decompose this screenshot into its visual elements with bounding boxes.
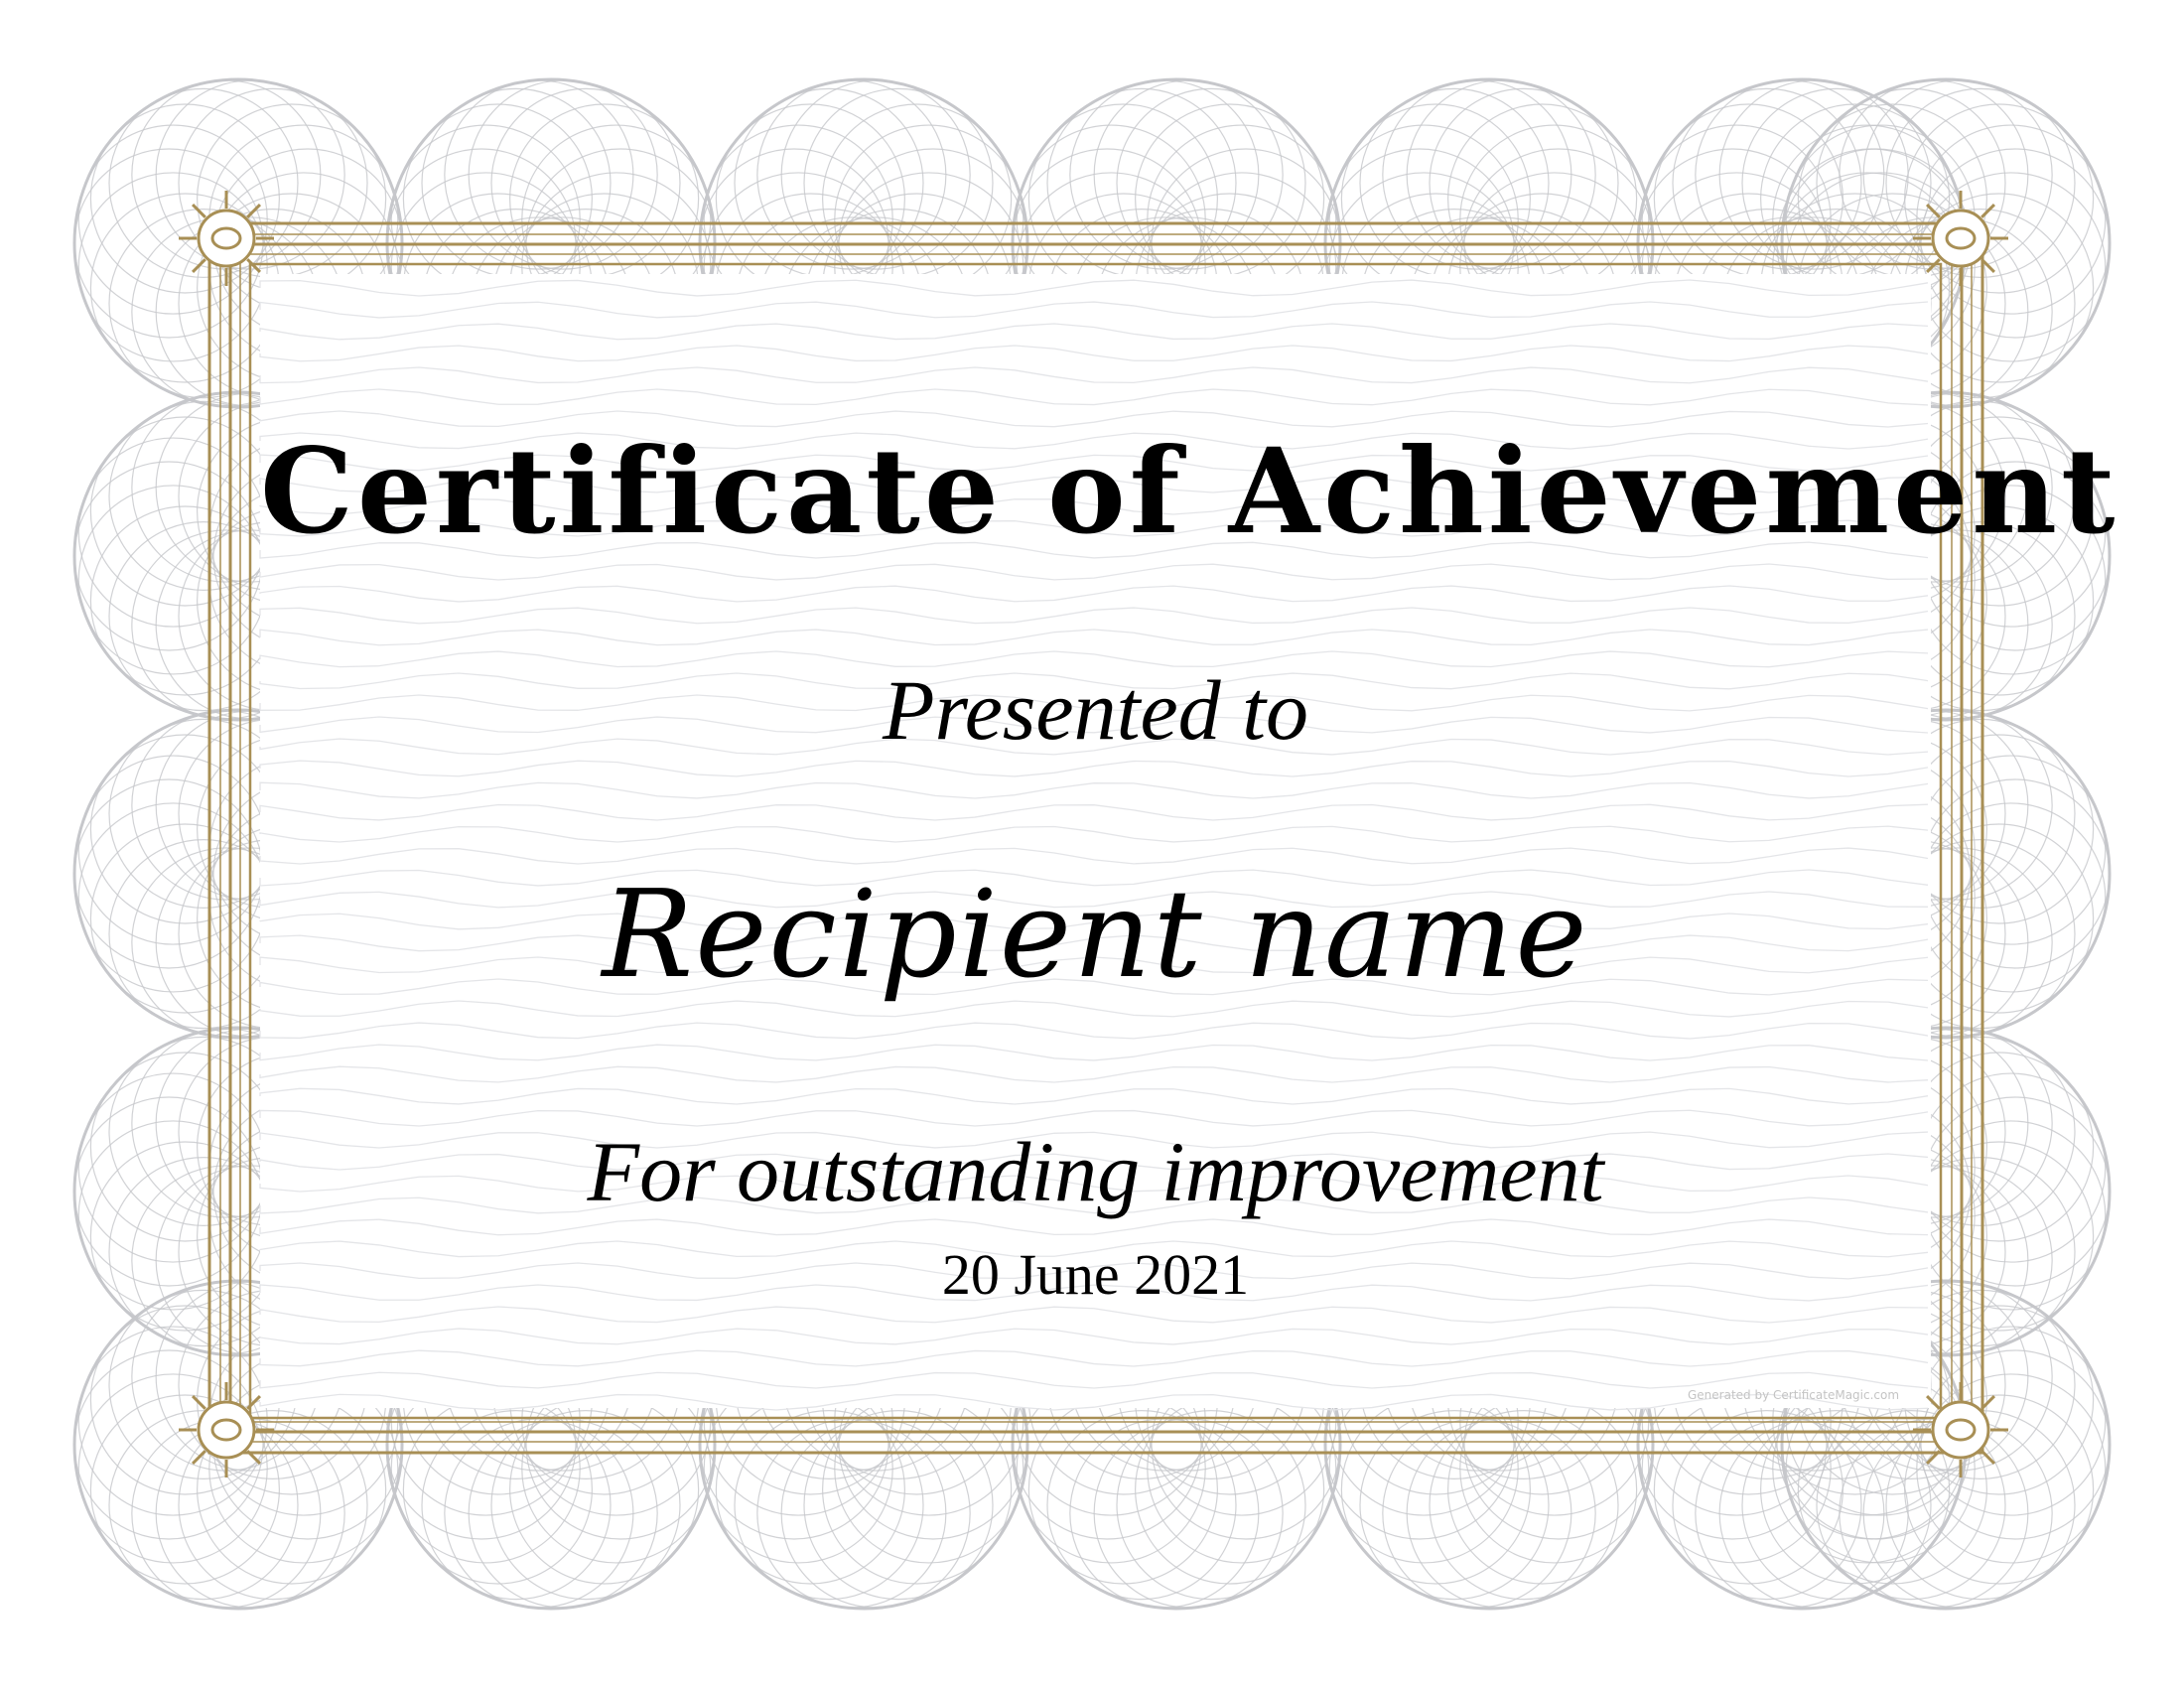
achievement-reason: For outstanding improvement <box>587 1124 1604 1219</box>
generator-watermark: Generated by CertificateMagic.com <box>1688 1388 1900 1402</box>
corner-ornament-icon <box>1913 191 2008 286</box>
presented-to-label: Presented to <box>882 662 1309 758</box>
certificate-page: Certificate of Achievement Presented to … <box>0 0 2184 1688</box>
recipient-name: Recipient name <box>602 864 1589 1005</box>
certificate-border-artwork <box>72 77 2112 1611</box>
corner-ornament-icon <box>179 191 274 286</box>
corner-ornament-icon <box>179 1382 274 1477</box>
certificate-title: Certificate of Achievement <box>260 422 2119 560</box>
certificate-date: 20 June 2021 <box>941 1242 1250 1307</box>
corner-ornament-icon <box>1913 1382 2008 1477</box>
